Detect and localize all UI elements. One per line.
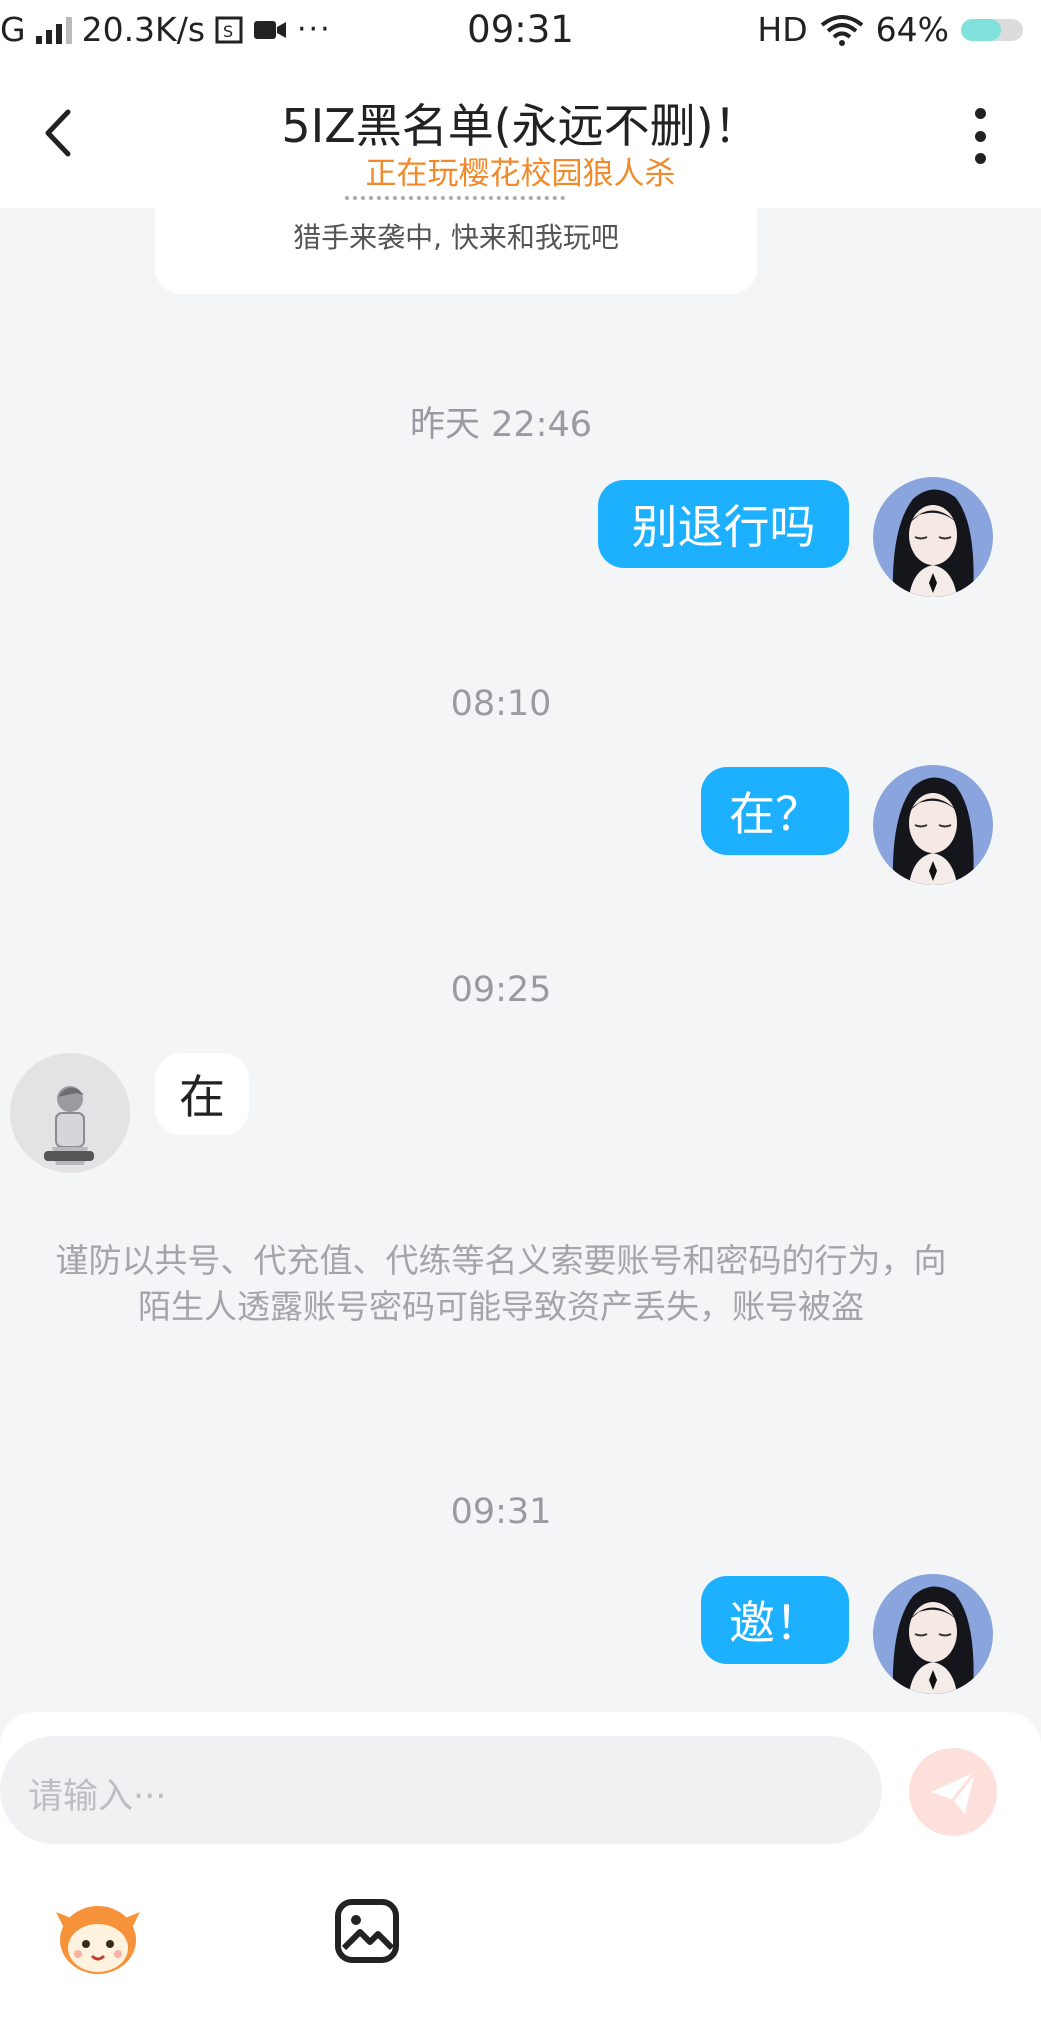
security-notice: 谨防以共号、代充值、代练等名义索要账号和密码的行为，向陌生人透露账号密码可能导致… [55,1241,947,1326]
timestamp: 09:31 [450,1492,552,1532]
message-bubble-me[interactable]: 邀！ [701,1576,849,1664]
battery-icon [961,18,1023,41]
emoji-mascot-icon [56,1906,140,1974]
paper-plane-icon [931,1771,977,1814]
chat-header: 5IZ黑名单(永远不删)！ 正在玩樱花校园狼人杀 [0,62,1041,208]
wifi-icon [820,14,863,46]
status-right: HD 64% [757,10,1023,49]
message-input[interactable]: 请输入··· [0,1736,882,1844]
game-invite-card[interactable]: 猎手来袭中, 快来和我玩吧 [155,196,757,294]
message-bubble-me[interactable]: 在？ [701,767,849,855]
character-avatar-icon [10,1053,130,1173]
chat-subtitle: 正在玩樱花校园狼人杀 [365,156,676,192]
timestamp: 昨天 22:46 [410,405,592,445]
timestamp: 08:10 [450,684,552,724]
friend-avatar[interactable] [10,1053,130,1173]
my-avatar[interactable] [873,765,993,885]
card-cut-text [345,196,565,208]
girl-avatar-icon [873,765,993,885]
message-composer: 请输入··· [0,1712,1041,2026]
more-menu-icon[interactable] [974,108,986,164]
message-bubble-other[interactable]: 在 [155,1053,249,1135]
input-placeholder: 请输入··· [28,1777,167,1817]
message-bubble-me[interactable]: 别退行吗 [598,480,849,568]
my-avatar[interactable] [873,1574,993,1694]
my-avatar[interactable] [873,477,993,597]
send-button[interactable] [909,1748,997,1836]
hd-label: HD [757,10,808,49]
emoji-button[interactable] [54,1898,142,1980]
image-icon [335,1899,399,1963]
timestamp: 09:25 [450,970,552,1010]
image-button[interactable] [334,1898,400,1968]
girl-avatar-icon [873,1574,993,1694]
girl-avatar-icon [873,477,993,597]
battery-percent: 64% [875,10,949,49]
chat-title: 5IZ黑名单(永远不删)！ [281,99,760,153]
card-text: 猎手来袭中, 快来和我玩吧 [293,221,619,254]
status-bar: G 20.3K/s S ··· 09:31 HD 64% [0,0,1041,62]
